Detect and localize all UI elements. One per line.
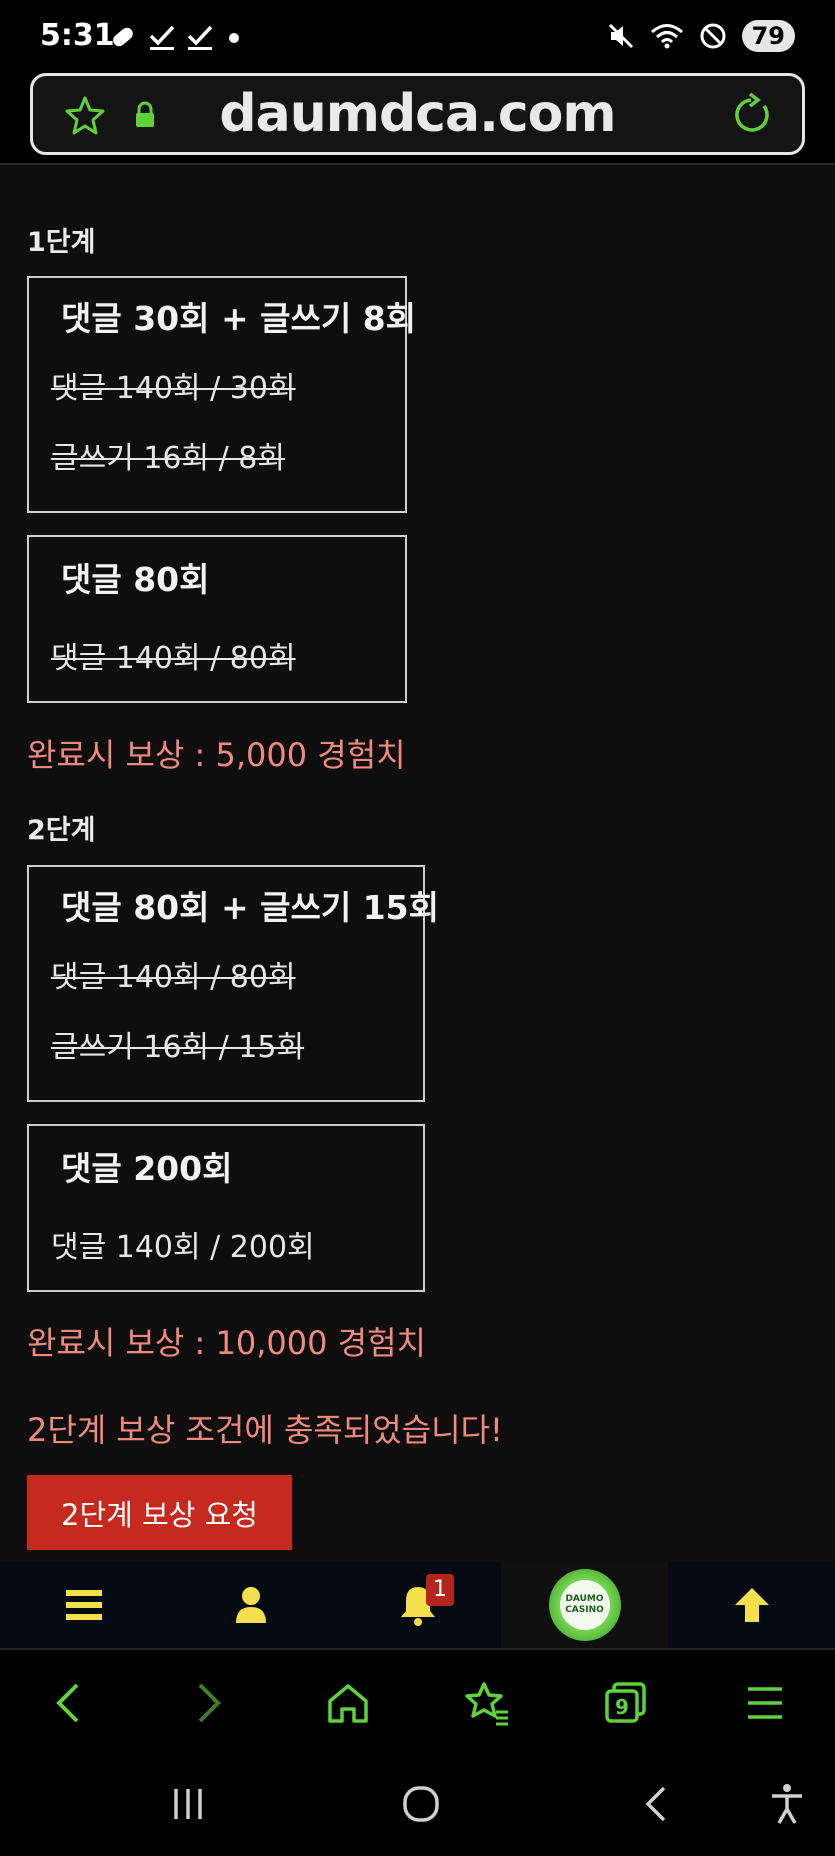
stage1-title: 1단계 <box>27 227 96 258</box>
stage2-title: 2단계 <box>27 815 96 846</box>
bookmark-star-list-icon <box>465 1682 508 1726</box>
browser-menu-button[interactable] <box>730 1668 800 1738</box>
user-icon <box>235 1587 266 1623</box>
notifications-button[interactable]: 1 <box>334 1562 501 1648</box>
do-not-disturb-icon <box>700 23 726 49</box>
browser-toolbar: 9 <box>0 1648 835 1752</box>
back-nav-button[interactable] <box>620 1776 690 1832</box>
forward-button[interactable] <box>174 1668 244 1738</box>
recent-apps-icon <box>174 1789 202 1819</box>
mission-title: 댓글 30회 + 글쓰기 8회 <box>61 299 417 338</box>
recent-apps-button[interactable] <box>153 1776 223 1832</box>
stage1-mission-box-1: 댓글 30회 + 글쓰기 8회 댓글 140회 / 30회 글쓰기 16회 / … <box>27 276 416 513</box>
mission-progress-comments: 댓글 140회 / 200회 <box>51 1230 315 1265</box>
tabs-icon: 9 <box>605 1682 646 1723</box>
home-circle-icon <box>403 1786 439 1822</box>
mission-title: 댓글 200회 <box>61 1149 233 1188</box>
stage2-mission-box-2: 댓글 200회 댓글 140회 / 200회 <box>27 1124 425 1292</box>
home-nav-button[interactable] <box>386 1776 456 1832</box>
status-bar: 5:31 79 <box>0 0 835 72</box>
accessibility-button[interactable] <box>752 1776 822 1832</box>
dot-icon <box>229 33 239 43</box>
mission-progress-comments: 댓글 140회 / 80회 <box>51 641 296 676</box>
status-notification-icons <box>108 22 244 52</box>
mission-progress-posts: 글쓰기 16회 / 15회 <box>51 1030 305 1065</box>
claim-stage2-reward-button[interactable]: 2단계 보상 요청 <box>27 1475 292 1550</box>
accessibility-icon <box>772 1784 802 1824</box>
home-icon <box>328 1684 368 1723</box>
stage2-mission-box-1: 댓글 80회 + 글쓰기 15회 댓글 140회 / 80회 글쓰기 16회 /… <box>27 865 439 1102</box>
stage1-reward: 완료시 보상 : 5,000 경험치 <box>27 736 406 774</box>
status-system-icons: 79 <box>606 20 795 52</box>
status-time: 5:31 <box>40 18 115 53</box>
notification-badge: 1 <box>426 1574 454 1606</box>
tabs-button[interactable]: 9 <box>591 1668 661 1738</box>
stage2-reward: 완료시 보상 : 10,000 경험치 <box>27 1324 426 1362</box>
reward-eligible-notice: 2단계 보상 조건에 충족되었습니다! <box>27 1411 503 1449</box>
home-button[interactable] <box>313 1668 383 1738</box>
mission-progress-comments: 댓글 140회 / 80회 <box>51 960 296 995</box>
checkmark-icon <box>187 25 213 50</box>
checkmark-icon <box>149 25 175 50</box>
address-bar[interactable]: daumdca.com <box>30 73 805 155</box>
chevron-left-icon <box>56 1683 79 1723</box>
tab-count: 9 <box>615 1695 629 1719</box>
logo-text-bottom: CASINO <box>565 1605 604 1615</box>
chevron-left-icon <box>645 1786 666 1822</box>
casino-logo-button[interactable]: DAUMO CASINO <box>501 1562 668 1648</box>
battery-indicator: 79 <box>741 20 795 52</box>
hamburger-menu-icon <box>748 1687 782 1719</box>
site-bottom-nav: 1 DAUMO CASINO <box>0 1562 835 1648</box>
logo-text-top: DAUMO <box>565 1594 604 1604</box>
mission-progress-posts: 글쓰기 16회 / 8회 <box>51 441 285 476</box>
profile-button[interactable] <box>167 1562 334 1648</box>
url-text[interactable]: daumdca.com <box>33 84 802 144</box>
menu-button[interactable] <box>0 1562 167 1648</box>
stage1-mission-box-2: 댓글 80회 댓글 140회 / 80회 <box>27 535 407 703</box>
reload-icon[interactable] <box>728 92 774 138</box>
daumo-casino-logo: DAUMO CASINO <box>548 1569 621 1641</box>
chevron-right-icon <box>198 1683 221 1723</box>
hamburger-menu-icon <box>65 1590 102 1620</box>
mission-title: 댓글 80회 + 글쓰기 15회 <box>61 888 439 927</box>
mute-icon <box>608 23 633 49</box>
bookmarks-button[interactable] <box>452 1668 522 1738</box>
arrow-up-icon <box>734 1588 769 1622</box>
mission-content: 1단계 댓글 30회 + 글쓰기 8회 댓글 140회 / 30회 글쓰기 16… <box>0 165 835 1562</box>
back-button[interactable] <box>33 1668 103 1738</box>
scroll-top-button[interactable] <box>668 1562 835 1648</box>
mission-title: 댓글 80회 <box>61 560 210 599</box>
pill-icon <box>113 27 133 47</box>
mission-progress-comments: 댓글 140회 / 30회 <box>51 371 296 406</box>
system-nav-bar <box>0 1752 835 1856</box>
wifi-icon <box>650 24 683 49</box>
